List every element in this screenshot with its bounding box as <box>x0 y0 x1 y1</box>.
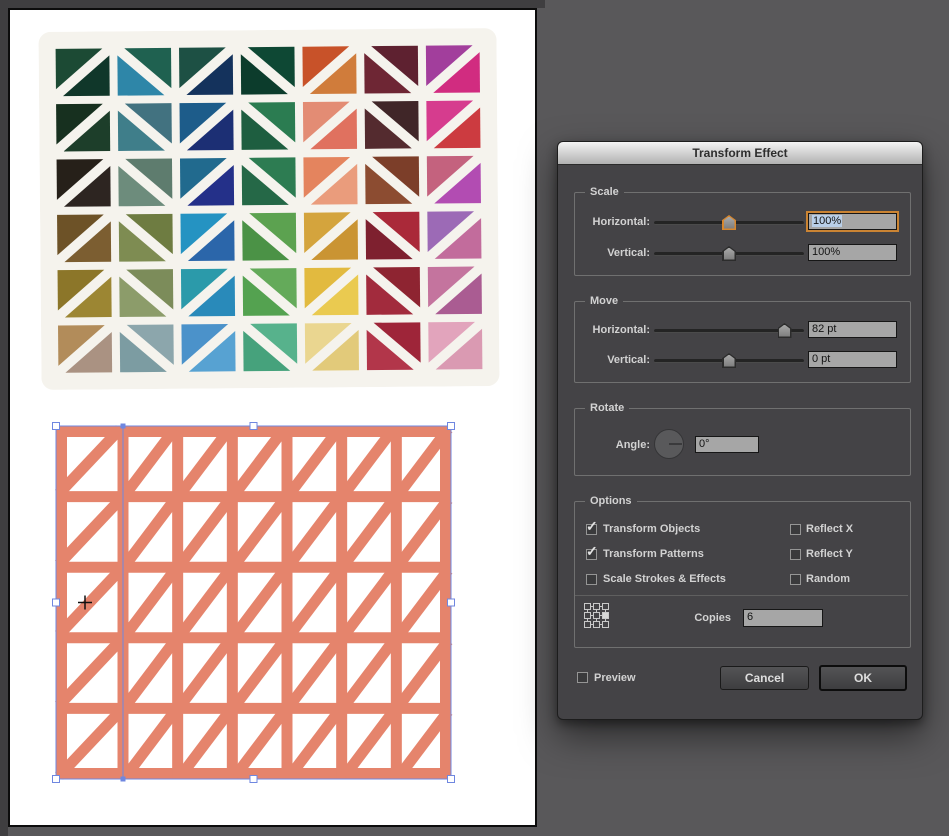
scale-vertical-slider[interactable] <box>654 244 804 262</box>
ok-button[interactable]: OK <box>819 665 907 691</box>
scale-strokes-checkbox[interactable]: ✓ <box>586 574 597 585</box>
scale-strokes-label: Scale Strokes & Effects <box>603 573 726 585</box>
scale-vertical-row: Vertical: 100% <box>558 244 924 262</box>
artboard-canvas[interactable] <box>8 8 537 827</box>
move-vertical-label: Vertical: <box>607 354 650 366</box>
selection-handle[interactable] <box>52 422 60 430</box>
options-divider <box>575 595 908 596</box>
checkmark-icon: ✓ <box>586 518 598 534</box>
move-group: Move <box>574 294 911 383</box>
slider-thumb[interactable] <box>722 215 736 230</box>
dialog-title[interactable]: Transform Effect <box>558 142 922 165</box>
reflect-y-checkbox[interactable]: ✓ <box>790 549 801 560</box>
anchor-point[interactable] <box>120 776 126 782</box>
rotate-group-label: Rotate <box>585 401 630 416</box>
angle-field[interactable]: 0° <box>695 436 759 453</box>
preview-checkbox[interactable]: ✓ <box>577 672 588 683</box>
transform-patterns-label: Transform Patterns <box>603 548 704 560</box>
selection-handle[interactable] <box>52 775 60 783</box>
angle-dial-needle-icon <box>669 443 682 445</box>
selection-handle[interactable] <box>249 422 258 430</box>
reflect-y-label: Reflect Y <box>806 548 853 560</box>
copies-label: Copies <box>694 612 731 624</box>
scale-vertical-field[interactable]: 100% <box>808 244 897 261</box>
random-checkbox[interactable]: ✓ <box>790 574 801 585</box>
scale-horizontal-row: Horizontal: 100% <box>558 213 924 231</box>
reflect-x-label: Reflect X <box>806 523 854 535</box>
options-row-2: ✓ Transform Patterns ✓ Reflect Y <box>558 543 924 561</box>
slider-thumb[interactable] <box>722 246 736 261</box>
move-vertical-row: Vertical: 0 pt <box>558 351 924 369</box>
checkmark-icon: ✓ <box>586 543 598 559</box>
move-vertical-field[interactable]: 0 pt <box>808 351 897 368</box>
selection-handle[interactable] <box>447 598 455 607</box>
move-vertical-slider[interactable] <box>654 351 804 369</box>
selection-handle[interactable] <box>249 775 258 783</box>
slider-thumb[interactable] <box>777 323 792 338</box>
options-row-1: ✓ Transform Objects ✓ Reflect X <box>558 518 924 536</box>
anchor-point[interactable] <box>120 423 126 429</box>
move-group-label: Move <box>585 294 624 309</box>
transform-effect-dialog: Transform Effect Scale Horizontal: 100% … <box>557 141 923 720</box>
pattern-strokes[interactable] <box>55 425 453 780</box>
cancel-button[interactable]: Cancel <box>720 666 809 690</box>
selection-handle[interactable] <box>52 598 60 607</box>
transform-objects-checkbox[interactable]: ✓ <box>586 518 598 535</box>
scale-vertical-label: Vertical: <box>607 247 650 259</box>
window-edge-left <box>0 0 8 836</box>
vector-pattern-object[interactable] <box>44 414 464 794</box>
move-horizontal-row: Horizontal: 82 pt <box>558 321 924 339</box>
selection-handle[interactable] <box>447 422 455 430</box>
scale-group: Scale <box>574 185 911 276</box>
options-row-3: ✓ Scale Strokes & Effects ✓ Random <box>558 573 924 586</box>
scale-horizontal-label: Horizontal: <box>592 216 650 228</box>
scale-group-label: Scale <box>585 185 624 200</box>
scale-horizontal-field[interactable]: 100% <box>808 213 897 230</box>
move-horizontal-field[interactable]: 82 pt <box>808 321 897 338</box>
scale-horizontal-slider[interactable] <box>654 213 804 231</box>
random-label: Random <box>806 573 850 585</box>
move-horizontal-slider[interactable] <box>654 321 804 339</box>
quilt-photo-object[interactable] <box>38 28 500 390</box>
preview-label: Preview <box>594 672 636 684</box>
slider-thumb[interactable] <box>722 353 736 368</box>
transform-objects-label: Transform Objects <box>603 523 701 535</box>
reflect-x-checkbox[interactable]: ✓ <box>790 524 801 535</box>
copies-field[interactable]: 6 <box>743 609 823 627</box>
reference-point-locator-icon[interactable] <box>584 603 610 629</box>
transform-patterns-checkbox[interactable]: ✓ <box>586 543 598 560</box>
window-edge-top <box>0 0 545 8</box>
angle-dial[interactable] <box>654 429 684 459</box>
selection-handle[interactable] <box>447 775 455 783</box>
angle-label: Angle: <box>615 439 650 451</box>
options-group-label: Options <box>585 494 637 509</box>
move-horizontal-label: Horizontal: <box>592 324 650 336</box>
